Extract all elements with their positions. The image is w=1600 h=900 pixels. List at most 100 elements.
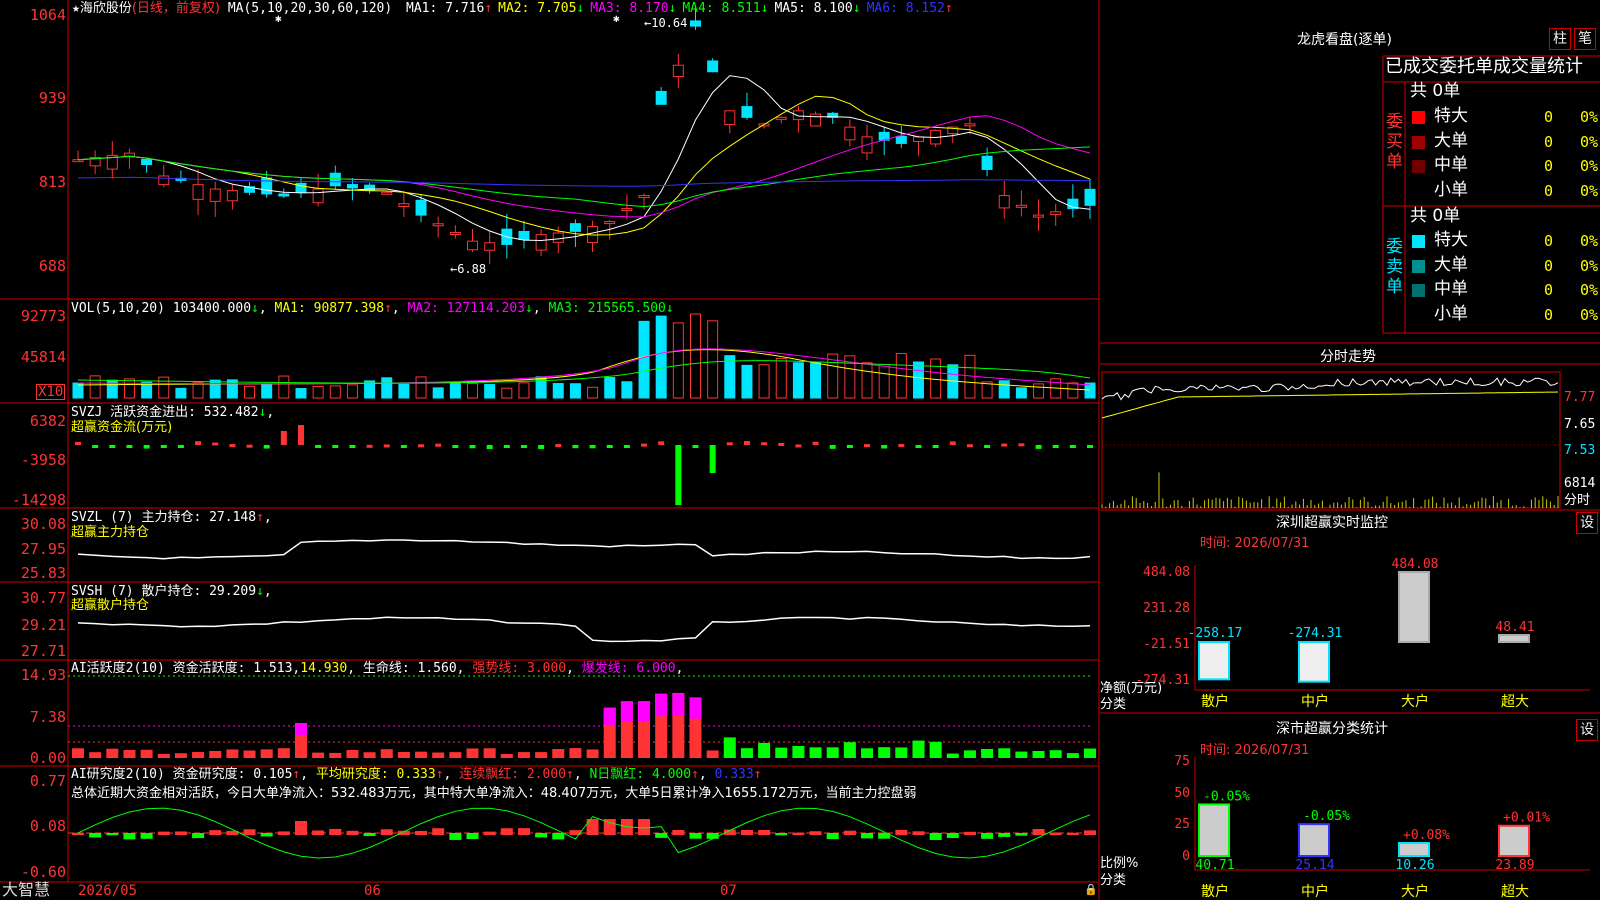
stock-name[interactable]: 海欣股份 [80, 1, 132, 16]
order-count: 0 [1544, 157, 1554, 175]
y-tick: 7.38 [29, 708, 66, 726]
svsh-subtitle: 超赢散户持仓 [71, 598, 150, 613]
vol-ma3: MA3: 215565.500 [548, 301, 666, 316]
monitor-x-label: 分类 [1100, 697, 1127, 712]
research-bar [740, 829, 753, 835]
color-swatch [1412, 259, 1425, 273]
stats-y-tick: 0 [1182, 849, 1190, 864]
activity-bar [243, 750, 256, 758]
ma-legend-item: MA1: 7.716↑ [406, 1, 493, 16]
order-count: 0 [1544, 256, 1554, 275]
svzj-subtitle: 超赢资金流(万元) [71, 420, 173, 435]
candle-body [312, 188, 324, 204]
research-bar [140, 833, 153, 839]
research-bar [826, 833, 839, 840]
chart-area[interactable]: ✱ ✱ [0, 0, 1100, 900]
order-count: 0 [1544, 181, 1554, 200]
volume-bar [484, 384, 496, 399]
flow-bar [349, 445, 356, 448]
research-bar [209, 830, 222, 835]
monitor-y-tick: -21.51 [1143, 637, 1190, 652]
activity-bar [346, 749, 359, 758]
stats-category-label: 中户 [1301, 883, 1329, 900]
activity-bar [174, 753, 187, 758]
monitor-bar [1398, 571, 1430, 643]
high-price-label: ←10.64 [644, 16, 688, 30]
order-row: 小单 0 0% [1410, 303, 1600, 326]
research-bar [792, 832, 805, 835]
order-size-label: 小单 [1434, 303, 1468, 324]
candle-body [638, 195, 650, 199]
flow-bar [452, 445, 459, 448]
svzl-subtitle: 超赢主力持仓 [71, 525, 150, 540]
lock-icon[interactable]: 🔒 [1084, 884, 1098, 895]
brand-label[interactable]: 大智慧 [2, 882, 50, 898]
activity-bar [415, 751, 428, 758]
research-bar [500, 828, 513, 835]
intraday-vol-label: 6814 [1564, 476, 1596, 491]
activity-bar [380, 749, 393, 758]
order-count: 0 [1544, 108, 1554, 126]
y-tick: -14298 [11, 491, 66, 509]
activity-bar [1015, 751, 1028, 758]
flow-bar [383, 444, 390, 448]
order-size-label: 小单 [1434, 179, 1468, 200]
flow-bar [812, 441, 819, 445]
activity-bar [123, 750, 136, 758]
volume-bar [432, 387, 444, 399]
y-tick: 25.83 [20, 564, 66, 582]
flow-bar [623, 445, 630, 448]
svzl-header: SVZL (7) 主力持仓: 27.148↑, [71, 510, 272, 525]
research-bar [466, 833, 479, 840]
volume-bar [398, 383, 410, 399]
candle-body [912, 136, 924, 142]
research-bar [243, 829, 256, 835]
activity-bar [912, 740, 925, 758]
order-size-label: 特大 [1434, 230, 1468, 250]
svzl-layer [77, 539, 1091, 560]
vol-ma1: MA1: 90877.398 [274, 301, 385, 316]
flow-bar [1001, 443, 1008, 447]
flow-bar [1069, 445, 1076, 449]
candle-body [329, 172, 341, 187]
flow-bar [366, 444, 373, 448]
candle-body [707, 60, 719, 73]
candle-body [484, 242, 496, 251]
y-tick: 30.08 [20, 515, 66, 533]
volume-bar [1015, 387, 1027, 399]
monitor-settings-button[interactable]: 设 [1576, 512, 1598, 534]
volume-bar [912, 361, 924, 399]
volume-bar [501, 387, 513, 399]
period-label[interactable]: (日线，前复权) [132, 1, 220, 16]
star-icon[interactable]: ★ [72, 1, 80, 16]
intraday-unit: 分时 [1564, 493, 1591, 508]
bar-mode-button[interactable]: 柱 [1549, 28, 1571, 50]
stats-settings-button[interactable]: 设 [1576, 719, 1598, 741]
ma-legend-item: MA2: 7.705↓ [498, 1, 585, 16]
vol-ma2: MA2: 127114.203 [407, 301, 525, 316]
order-size-label: 大单 [1434, 254, 1468, 275]
y-tick: 29.21 [20, 616, 66, 634]
volume-bar [587, 386, 599, 399]
flow-bar [949, 441, 956, 445]
pen-mode-button[interactable]: 笔 [1574, 28, 1596, 50]
intraday-title: 分时走势 [1320, 349, 1376, 365]
volume-bar [621, 381, 633, 399]
flow-bar [761, 442, 768, 446]
research-bar [689, 833, 702, 839]
flow-bar [829, 445, 836, 449]
activity-bar [140, 749, 153, 758]
stats-change-label: +0.01% [1503, 811, 1550, 826]
activity-bar [72, 748, 84, 758]
research-bar [946, 833, 959, 838]
stats-bar [1398, 842, 1430, 858]
candle-body [398, 203, 410, 208]
dragon-tiger-subtitle: 已成交委托单成交量统计 [1385, 56, 1583, 77]
activity-bar [998, 748, 1011, 758]
sell-side-label: 委卖单 [1386, 237, 1403, 297]
activity-bar [895, 747, 908, 758]
monitor-category-label: 中户 [1301, 693, 1329, 710]
stats-value-label: 23.89 [1495, 858, 1534, 873]
monitor-bar [1198, 641, 1230, 681]
ma-legend-item: MA5: 8.100↓ [774, 1, 861, 16]
